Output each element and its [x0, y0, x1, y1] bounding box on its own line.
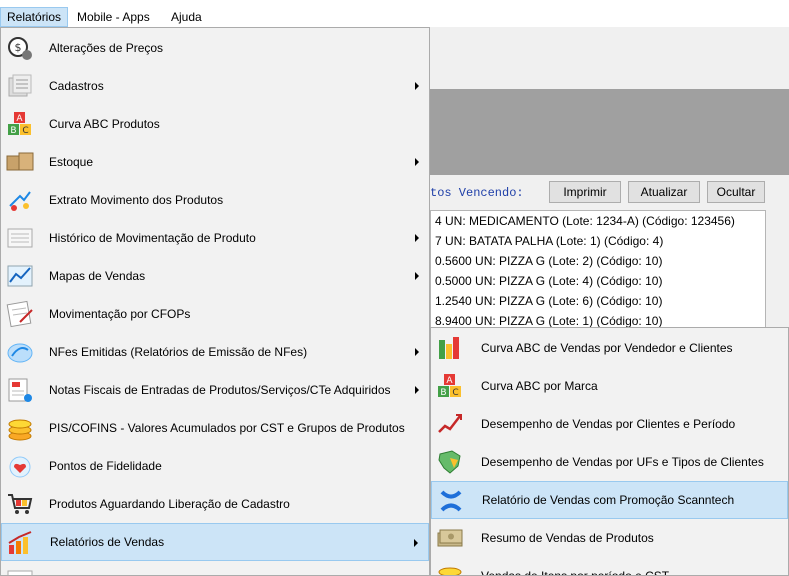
invoice-icon — [8, 378, 32, 402]
menu-item-label: Tabela de Preços — [49, 561, 142, 575]
trend-chart-icon — [438, 414, 462, 433]
submenu-item-vendas-itens-cst[interactable]: Vendas de Itens por período e CST — [431, 557, 788, 576]
menu-item-label: Extrato Movimento dos Produtos — [49, 193, 224, 207]
menu-item-label: Estoque — [49, 155, 94, 169]
submenu-arrow-icon — [415, 82, 419, 90]
abc-blocks-icon: A B C — [438, 374, 461, 398]
cfop-document-icon — [6, 300, 33, 328]
menu-item-label: Mapas de Vendas — [49, 269, 146, 283]
submenu-arrow-icon — [415, 272, 419, 280]
menu-item-label: Movimentação por CFOPs — [49, 307, 191, 321]
abc-blocks-icon: A B C — [8, 112, 31, 136]
list-item[interactable]: 4 UN: MEDICAMENTO (Lote: 1234-A) (Código… — [431, 211, 765, 231]
submenu-arrow-icon — [415, 386, 419, 394]
menu-item-tabela-precos[interactable]: Tabela de Preços — [1, 561, 429, 575]
menu-item-label: Curva ABC por Marca — [481, 379, 598, 393]
relatorios-dropdown-menu: $ Alterações de Preços Cadastros A B C C… — [0, 27, 430, 576]
expiring-label: tos Vencendo: — [430, 186, 524, 200]
menu-item-historico-movimentacao[interactable]: Histórico de Movimentação de Produto — [1, 219, 429, 257]
menu-item-label: Relatórios de Vendas — [50, 535, 165, 549]
relatorios-vendas-submenu: Curva ABC de Vendas por Vendedor e Clien… — [430, 327, 789, 576]
menu-item-pis-cofins[interactable]: PIS/COFINS - Valores Acumulados por CST … — [1, 409, 429, 447]
submenu-item-desempenho-clientes[interactable]: Desempenho de Vendas por Clientes e Perí… — [431, 405, 788, 443]
brazil-map-icon — [438, 450, 461, 474]
submenu-arrow-icon — [414, 539, 418, 547]
expiring-products-list[interactable]: 4 UN: MEDICAMENTO (Lote: 1234-A) (Código… — [430, 210, 766, 330]
money-stack-icon — [437, 529, 463, 547]
menu-item-label: Relatório de Vendas com Promoção Scannte… — [482, 493, 735, 507]
shopping-cart-icon — [8, 494, 33, 514]
submenu-arrow-icon — [415, 234, 419, 242]
menu-item-label: Curva ABC Produtos — [49, 117, 160, 131]
menu-item-label: Notas Fiscais de Entradas de Produtos/Se… — [49, 383, 391, 397]
svg-text:$: $ — [15, 41, 22, 54]
menu-item-label: Histórico de Movimentação de Produto — [49, 231, 256, 245]
submenu-arrow-icon — [415, 348, 419, 356]
menu-item-label: Desempenho de Vendas por UFs e Tipos de … — [481, 455, 764, 469]
menu-item-label: Vendas de Itens por período e CST — [481, 569, 670, 576]
refresh-button[interactable]: Atualizar — [628, 181, 700, 203]
abc-sales-chart-icon — [439, 337, 459, 359]
print-button[interactable]: Imprimir — [549, 181, 621, 203]
coins-icon — [438, 567, 462, 575]
menu-item-label: NFes Emitidas (Relatórios de Emissão de … — [49, 345, 308, 359]
menubar: Relatórios Mobile - Apps Ajuda — [0, 0, 789, 27]
menu-ajuda[interactable]: Ajuda — [165, 7, 208, 27]
menu-item-label: Curva ABC de Vendas por Vendedor e Clien… — [481, 341, 733, 355]
svg-text:C: C — [452, 388, 458, 398]
scanntech-logo-icon — [440, 490, 462, 512]
svg-text:A: A — [16, 114, 23, 124]
menu-item-nfes-emitidas[interactable]: NFes Emitidas (Relatórios de Emissão de … — [1, 333, 429, 371]
menu-item-extrato-movimento[interactable]: Extrato Movimento dos Produtos — [1, 181, 429, 219]
submenu-item-curva-abc-vendedor[interactable]: Curva ABC de Vendas por Vendedor e Clien… — [431, 329, 788, 367]
price-change-icon: $ — [8, 37, 32, 60]
submenu-item-desempenho-ufs[interactable]: Desempenho de Vendas por UFs e Tipos de … — [431, 443, 788, 481]
history-document-icon — [7, 228, 33, 248]
menu-item-notas-fiscais-entradas[interactable]: Notas Fiscais de Entradas de Produtos/Se… — [1, 371, 429, 409]
menu-item-label: Cadastros — [49, 79, 104, 93]
menu-item-label: Resumo de Vendas de Produtos — [481, 531, 654, 545]
list-item[interactable]: 0.5600 UN: PIZZA G (Lote: 2) (Código: 10… — [431, 251, 765, 271]
menu-item-curva-abc-produtos[interactable]: A B C Curva ABC Produtos — [1, 105, 429, 143]
menu-mobile-apps[interactable]: Mobile - Apps — [71, 7, 156, 27]
price-table-icon — [7, 570, 33, 575]
menu-item-label: Desempenho de Vendas por Clientes e Perí… — [481, 417, 736, 431]
sales-chart-icon — [8, 531, 32, 554]
loyalty-points-icon — [9, 456, 31, 478]
svg-text:C: C — [22, 126, 28, 136]
submenu-item-curva-abc-marca[interactable]: A B C Curva ABC por Marca — [431, 367, 788, 405]
menu-item-produtos-aguardando[interactable]: Produtos Aguardando Liberação de Cadastr… — [1, 485, 429, 523]
menu-item-relatorios-vendas[interactable]: Relatórios de Vendas — [1, 523, 429, 561]
submenu-arrow-icon — [415, 158, 419, 166]
svg-text:B: B — [440, 388, 446, 398]
sales-map-icon — [7, 265, 33, 287]
svg-text:A: A — [446, 376, 453, 386]
nfe-icon — [7, 343, 33, 363]
menu-item-cadastros[interactable]: Cadastros — [1, 67, 429, 105]
list-item[interactable]: 7 UN: BATATA PALHA (Lote: 1) (Código: 4) — [431, 231, 765, 251]
menu-item-label: Produtos Aguardando Liberação de Cadastr… — [49, 497, 290, 511]
svg-text:B: B — [10, 126, 16, 136]
menu-item-alteracoes-precos[interactable]: $ Alterações de Preços — [1, 29, 429, 67]
list-item[interactable]: 0.5000 UN: PIZZA G (Lote: 4) (Código: 10… — [431, 271, 765, 291]
toolbar-area — [430, 27, 789, 89]
menu-item-label: Alterações de Preços — [49, 41, 164, 55]
submenu-item-resumo-vendas[interactable]: Resumo de Vendas de Produtos — [431, 519, 788, 557]
hide-button[interactable]: Ocultar — [707, 181, 765, 203]
menu-item-movimentacao-cfops[interactable]: Movimentação por CFOPs — [1, 295, 429, 333]
coins-icon — [8, 419, 32, 441]
submenu-item-promocao-scanntech[interactable]: Relatório de Vendas com Promoção Scannte… — [431, 481, 788, 519]
records-icon — [8, 74, 32, 97]
menu-item-estoque[interactable]: Estoque — [1, 143, 429, 181]
product-movement-icon — [9, 191, 31, 211]
menu-item-label: PIS/COFINS - Valores Acumulados por CST … — [49, 421, 405, 435]
list-item[interactable]: 1.2540 UN: PIZZA G (Lote: 6) (Código: 10… — [431, 291, 765, 311]
menu-item-label: Pontos de Fidelidade — [49, 459, 162, 473]
menu-relatorios[interactable]: Relatórios — [0, 7, 69, 27]
stock-boxes-icon — [6, 152, 34, 171]
menu-item-pontos-fidelidade[interactable]: Pontos de Fidelidade — [1, 447, 429, 485]
menu-item-mapas-vendas[interactable]: Mapas de Vendas — [1, 257, 429, 295]
